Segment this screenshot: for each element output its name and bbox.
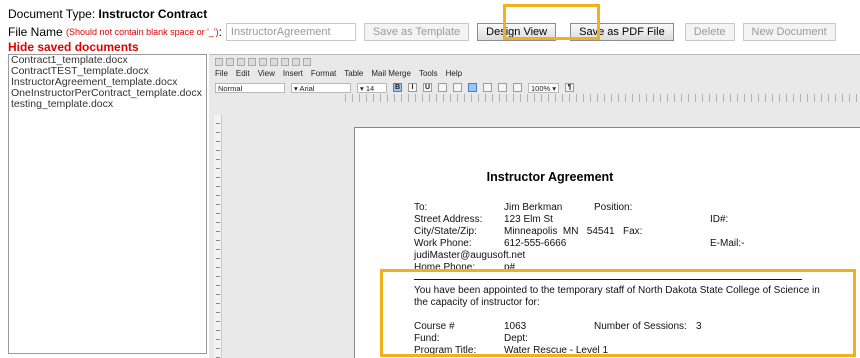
pdf-button-highlight: [503, 4, 600, 40]
zoom-select[interactable]: 100% ▾: [528, 82, 560, 93]
style-select[interactable]: Normal: [215, 82, 285, 93]
size-select[interactable]: ▾ 14: [357, 82, 387, 93]
street-label: Street Address:: [414, 214, 483, 225]
redo-icon[interactable]: [281, 57, 289, 66]
city-label: City/State/Zip:: [414, 226, 477, 237]
font-select[interactable]: ▾ Arial: [291, 82, 351, 93]
document-type-value: Instructor Contract: [98, 7, 208, 21]
horizontal-ruler[interactable]: [339, 94, 860, 102]
underline-icon[interactable]: U: [423, 83, 432, 92]
document-type-line: Document Type: Instructor Contract: [8, 7, 207, 21]
align-center-icon[interactable]: [453, 83, 462, 92]
menu-table[interactable]: Table: [344, 69, 363, 81]
hide-saved-documents-link[interactable]: Hide saved documents: [8, 40, 139, 54]
email-value: judiMaster@augusoft.net: [414, 250, 526, 261]
document-type-label: Document Type:: [8, 7, 96, 21]
menu-mail-merge[interactable]: Mail Merge: [371, 69, 411, 81]
cut-icon[interactable]: [237, 57, 245, 66]
align-right-icon[interactable]: [468, 83, 477, 92]
new-document-button[interactable]: New Document: [742, 23, 836, 41]
menu-file[interactable]: File: [215, 69, 228, 81]
font-value: Arial: [299, 83, 315, 93]
city-value: Minneapolis MN 54541: [504, 226, 615, 237]
zoom-value: 100%: [531, 83, 551, 93]
undo-icon[interactable]: [270, 57, 278, 66]
bold-icon[interactable]: B: [393, 83, 402, 92]
menu-edit[interactable]: Edit: [236, 69, 250, 81]
fax-label: Fax:: [623, 226, 643, 237]
street-value: 123 Elm St: [504, 214, 553, 225]
save-as-template-button[interactable]: Save as Template: [363, 23, 470, 41]
to-label: To:: [414, 202, 428, 213]
email-label: E-Mail:-: [710, 238, 745, 249]
menu-insert[interactable]: Insert: [283, 69, 303, 81]
menu-help[interactable]: Help: [446, 69, 462, 81]
file-name-colon: :: [218, 25, 222, 39]
style-value: Normal: [218, 83, 243, 93]
to-value: Jim Berkman: [504, 202, 563, 213]
print-icon[interactable]: [215, 57, 223, 66]
copy-icon[interactable]: [248, 57, 256, 66]
position-label: Position:: [594, 202, 633, 213]
italic-icon[interactable]: I: [408, 83, 417, 92]
saved-documents-list[interactable]: Contract1_template.docx ContractTEST_tem…: [8, 54, 207, 354]
vertical-ruler[interactable]: [214, 115, 222, 358]
delete-button[interactable]: Delete: [684, 23, 735, 41]
link-icon[interactable]: [292, 57, 300, 66]
menu-format[interactable]: Format: [311, 69, 336, 81]
file-name-label: File Name: [8, 25, 63, 39]
justify-icon[interactable]: [483, 83, 492, 92]
document-title: Instructor Agreement: [486, 170, 614, 184]
list-item[interactable]: testing_template.docx: [9, 99, 206, 110]
id-label: ID#:: [710, 214, 729, 225]
indent-icon[interactable]: [513, 83, 522, 92]
paste-icon[interactable]: [259, 57, 267, 66]
menu-view[interactable]: View: [258, 69, 275, 81]
format-toolbar: Normal ▾ Arial ▾ 14 B I U 100% ▾ ¶: [215, 82, 575, 93]
editor-toolbar: [209, 55, 860, 68]
work-phone-label: Work Phone:: [414, 238, 472, 249]
paragraph-icon[interactable]: ¶: [565, 83, 575, 92]
preview-icon[interactable]: [226, 57, 234, 66]
file-name-input[interactable]: [225, 23, 356, 41]
size-value: 14: [365, 83, 375, 93]
align-left-icon[interactable]: [438, 83, 447, 92]
file-name-note: (Should not contain blank space or '_'): [66, 27, 219, 37]
work-phone-value: 612-555-6666: [504, 238, 567, 249]
appointment-highlight: [380, 269, 856, 357]
editor-menubar: File Edit View Insert Format Table Mail …: [215, 69, 462, 81]
table-icon[interactable]: [303, 57, 311, 66]
menu-tools[interactable]: Tools: [419, 69, 438, 81]
list-icon[interactable]: [498, 83, 507, 92]
